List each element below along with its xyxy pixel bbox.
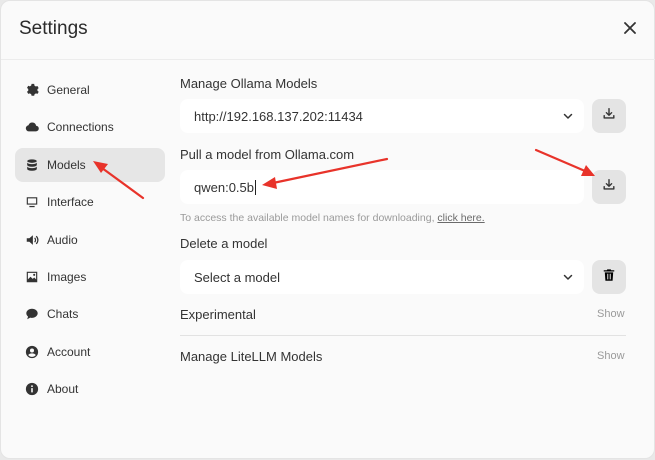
download-icon bbox=[602, 107, 616, 126]
delete-model-placeholder: Select a model bbox=[194, 269, 280, 285]
chevron-down-icon bbox=[562, 271, 574, 283]
sidebar-item-about[interactable]: About bbox=[15, 372, 165, 406]
experimental-label: Experimental bbox=[180, 307, 256, 322]
trash-icon bbox=[602, 268, 616, 287]
text-caret bbox=[255, 179, 256, 195]
pull-model-hint: To access the available model names for … bbox=[180, 212, 485, 224]
litellm-show-toggle[interactable]: Show bbox=[597, 350, 625, 362]
close-icon[interactable] bbox=[619, 17, 641, 39]
pull-model-title: Pull a model from Ollama.com bbox=[180, 147, 355, 162]
annotation-arrow-pull bbox=[534, 148, 587, 173]
hint-text: To access the available model names for … bbox=[180, 212, 435, 224]
delete-model-select[interactable]: Select a model bbox=[180, 260, 584, 294]
pull-model-button[interactable] bbox=[592, 170, 626, 204]
monitor-icon bbox=[25, 195, 39, 209]
sidebar-item-account[interactable]: Account bbox=[15, 335, 165, 369]
sidebar-item-general[interactable]: General bbox=[15, 73, 165, 107]
settings-modal: Settings General Connections Models Inte… bbox=[0, 0, 655, 459]
sidebar-item-label: Audio bbox=[47, 232, 78, 247]
pull-model-value: qwen:0.5b bbox=[194, 179, 254, 195]
delete-model-button[interactable] bbox=[592, 260, 626, 294]
sidebar-item-interface[interactable]: Interface bbox=[15, 185, 165, 219]
sidebar-item-images[interactable]: Images bbox=[15, 260, 165, 294]
ollama-server-value: http://192.168.137.202:11434 bbox=[194, 108, 363, 124]
section-divider bbox=[180, 335, 626, 336]
sidebar-item-chats[interactable]: Chats bbox=[15, 297, 165, 331]
download-icon bbox=[602, 178, 616, 197]
gear-icon bbox=[25, 83, 39, 97]
litellm-label: Manage LiteLLM Models bbox=[180, 349, 323, 364]
sidebar-item-label: Account bbox=[47, 344, 91, 359]
pull-model-input[interactable]: qwen:0.5b bbox=[180, 170, 584, 204]
sidebar-item-label: Chats bbox=[47, 307, 79, 322]
sidebar-item-models[interactable]: Models bbox=[15, 147, 165, 182]
delete-model-title: Delete a model bbox=[180, 236, 268, 251]
ollama-server-select[interactable]: http://192.168.137.202:11434 bbox=[180, 99, 584, 133]
sidebar-item-label: About bbox=[47, 382, 79, 397]
modal-title: Settings bbox=[19, 18, 88, 39]
sidebar-item-label: Models bbox=[47, 157, 86, 172]
settings-sidebar: General Connections Models Interface Aud… bbox=[15, 73, 165, 410]
image-icon bbox=[25, 270, 39, 284]
chat-icon bbox=[25, 307, 39, 321]
user-icon bbox=[25, 345, 39, 359]
info-icon bbox=[25, 382, 39, 396]
chevron-down-icon bbox=[562, 110, 574, 122]
click-here-link[interactable]: click here. bbox=[437, 212, 484, 224]
sidebar-item-label: Images bbox=[47, 269, 87, 284]
manage-ollama-title: Manage Ollama Models bbox=[180, 76, 318, 91]
sidebar-item-label: General bbox=[47, 83, 90, 97]
cloud-icon bbox=[25, 120, 39, 134]
update-models-button[interactable] bbox=[592, 99, 626, 133]
experimental-show-toggle[interactable]: Show bbox=[597, 308, 625, 320]
sidebar-item-connections[interactable]: Connections bbox=[15, 110, 165, 144]
modal-header: Settings bbox=[1, 1, 655, 60]
sidebar-item-label: Interface bbox=[47, 195, 94, 210]
sidebar-item-label: Connections bbox=[47, 120, 114, 135]
database-icon bbox=[25, 158, 39, 172]
sidebar-item-audio[interactable]: Audio bbox=[15, 223, 165, 257]
speaker-icon bbox=[25, 233, 39, 247]
